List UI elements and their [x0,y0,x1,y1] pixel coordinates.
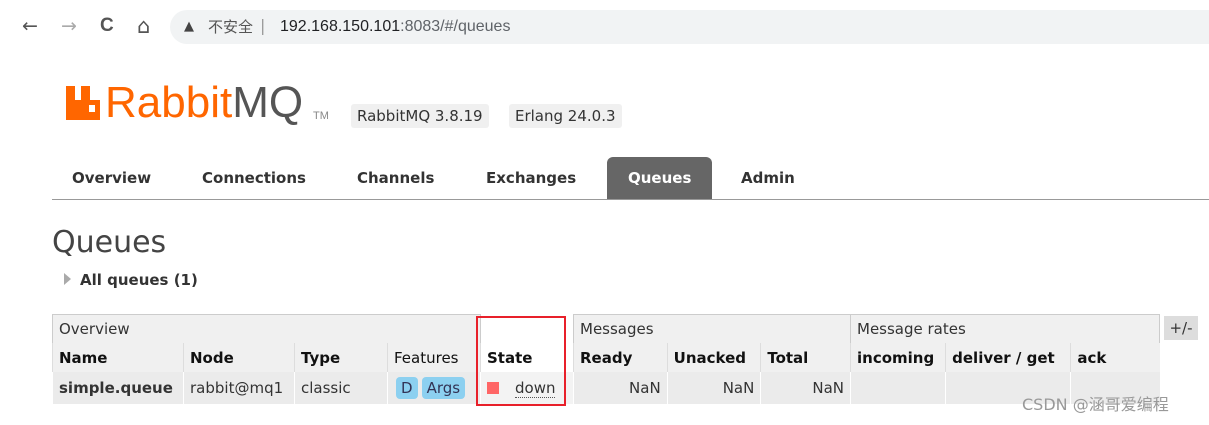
tab-admin[interactable]: Admin [741,157,795,199]
state-label[interactable]: down [515,379,556,398]
page-title: Queues [52,225,167,260]
group-state-spacer [480,314,574,343]
queue-features: D Args [387,372,481,404]
column-group-row: Overview Messages Message rates [52,314,1160,343]
col-features: Features [387,343,481,372]
col-name[interactable]: Name [52,343,184,372]
col-state[interactable]: State [480,343,574,372]
messages-ready: NaN [573,372,668,404]
messages-total: NaN [760,372,851,404]
messages-unacked: NaN [666,372,761,404]
url-host: 192.168.150.101 [280,18,401,35]
tab-overview[interactable]: Overview [72,157,151,199]
rate-incoming [849,372,946,404]
queue-name-link[interactable]: simple.queue [52,372,184,404]
url-separator: | [260,16,266,35]
tab-connections[interactable]: Connections [202,157,306,199]
all-queues-toggle[interactable]: All queues (1) [64,270,198,290]
queue-node: rabbit@mq1 [183,372,295,404]
col-node[interactable]: Node [183,343,295,372]
queue-state: down [480,372,574,404]
columns-toggle-button[interactable]: +/- [1164,316,1198,340]
col-incoming[interactable]: incoming [849,343,946,372]
col-total[interactable]: Total [760,343,851,372]
trademark-mark: TM [313,110,329,122]
all-queues-label: All queues (1) [80,271,198,289]
group-message-rates: Message rates [850,314,1160,343]
column-header-row: Name Node Type Features State Ready Unac… [52,343,1160,372]
group-overview: Overview [52,314,481,343]
expand-triangle-icon [64,273,71,285]
feature-args-badge[interactable]: Args [421,377,466,399]
main-nav-tabs: Overview Connections Channels Exchanges … [52,157,1209,200]
address-bar[interactable]: ▲ 不安全 | 192.168.150.101:8083/#/queues [170,10,1209,44]
url-path: :8083/#/queues [400,18,511,35]
warning-icon[interactable]: ▲ [184,16,194,38]
tab-exchanges[interactable]: Exchanges [486,157,576,199]
rabbitmq-version-badge: RabbitMQ 3.8.19 [351,104,489,128]
col-type[interactable]: Type [294,343,388,372]
col-ack[interactable]: ack [1070,343,1160,372]
rabbitmq-logo-icon [66,86,100,120]
erlang-version-badge: Erlang 24.0.3 [509,104,622,128]
queue-type: classic [294,372,388,404]
logo-mq-text: MQ [232,78,304,127]
back-arrow-icon[interactable]: ← [22,14,38,38]
group-messages: Messages [573,314,851,343]
col-unacked[interactable]: Unacked [666,343,761,372]
home-icon[interactable]: ⌂ [137,14,150,38]
insecure-label[interactable]: 不安全 [208,17,253,37]
state-down-icon [487,382,499,394]
tab-channels[interactable]: Channels [357,157,434,199]
col-deliver-get[interactable]: deliver / get [945,343,1071,372]
logo-wordmark: RabbitMQ [105,78,303,128]
reload-icon[interactable]: C [100,14,114,38]
col-ready[interactable]: Ready [573,343,668,372]
url-text[interactable]: 192.168.150.101:8083/#/queues [280,17,510,37]
forward-arrow-icon[interactable]: → [61,14,77,38]
watermark-text: CSDN @涵哥爱编程 [1022,395,1169,414]
table-row: simple.queue rabbit@mq1 classic D Args do… [52,372,1160,404]
queues-table: Overview Messages Message rates Name Nod… [52,314,1160,404]
logo-rabbit-text: Rabbit [105,78,233,127]
tab-queues[interactable]: Queues [607,157,713,199]
feature-durable-badge[interactable]: D [396,377,418,399]
browser-toolbar: ← → C ⌂ ▲ 不安全 | 192.168.150.101:8083/#/q… [0,0,1209,54]
